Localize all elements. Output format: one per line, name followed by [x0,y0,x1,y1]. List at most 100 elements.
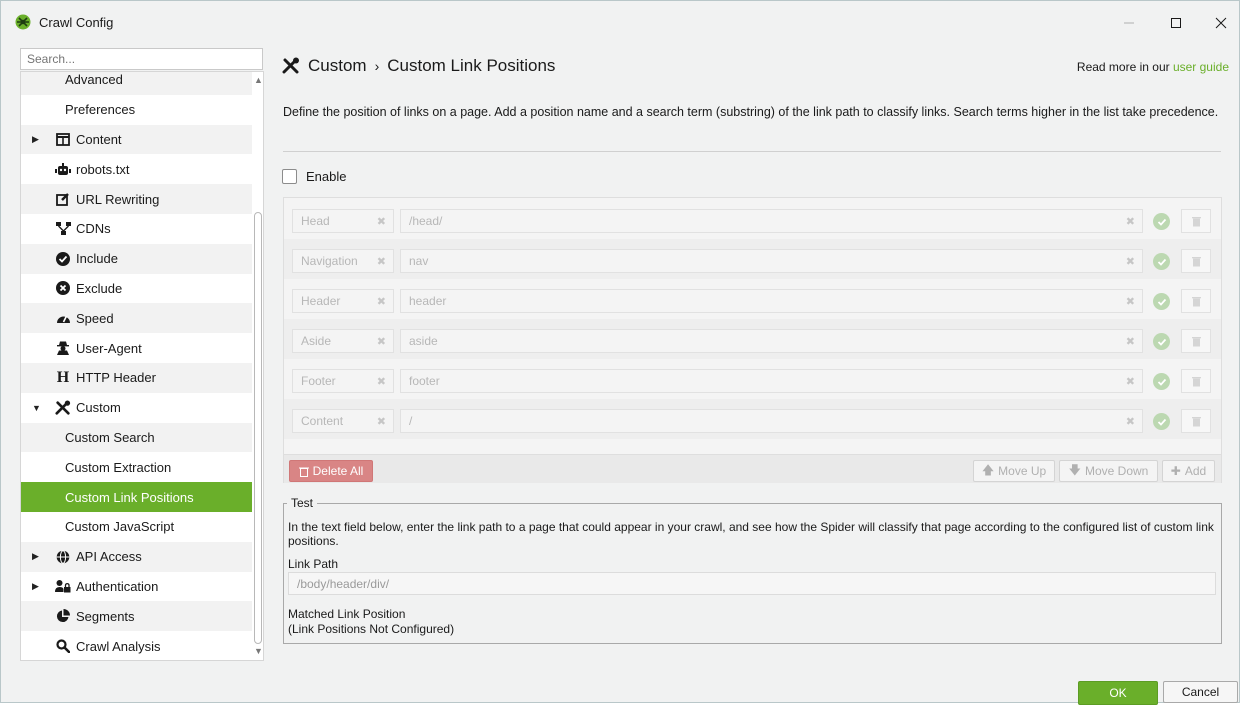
breadcrumb-separator: › [374,58,380,74]
sidebar-item-content[interactable]: ▶ Content [21,124,252,155]
sidebar-item-api-access[interactable]: ▶ API Access [21,541,252,572]
sidebar-item-url-rewriting[interactable]: URL Rewriting [21,184,252,214]
position-term-field[interactable]: / ✖ [400,409,1143,433]
cancel-button[interactable]: Cancel [1163,681,1238,703]
position-term-field[interactable]: aside ✖ [400,329,1143,353]
scroll-up-icon[interactable]: ▲ [254,75,263,85]
sidebar-item-include[interactable]: Include [21,243,252,274]
sidebar-item-label: HTTP Header [76,370,156,386]
trash-icon [1191,416,1201,426]
maximize-icon [1171,18,1181,28]
clear-icon[interactable]: ✖ [1126,415,1135,428]
enable-toggle[interactable]: Enable [282,169,346,184]
position-row: Navigation ✖ nav ✖ [284,239,1221,279]
sidebar-item-label: Include [76,251,118,267]
sidebar-item-user-agent[interactable]: User-Agent [21,333,252,363]
trash-icon [298,467,309,477]
position-name-field[interactable]: Navigation ✖ [292,249,394,273]
sidebar-item-label: URL Rewriting [76,191,160,207]
position-term-field[interactable]: /head/ ✖ [400,209,1143,233]
ok-button[interactable]: OK [1078,681,1158,705]
clear-icon[interactable]: ✖ [377,255,386,268]
sidebar-item-robots-txt[interactable]: robots.txt [21,154,252,185]
position-name-field[interactable]: Content ✖ [292,409,394,433]
sidebar-item-crawl-analysis[interactable]: Crawl Analysis [21,631,252,660]
sidebar-item-segments[interactable]: Segments [21,601,252,632]
position-row: Head ✖ /head/ ✖ [284,199,1221,239]
sidebar-search-input[interactable] [20,48,263,70]
move-up-button[interactable]: 🡅 Move Up [973,460,1055,482]
clear-icon[interactable]: ✖ [1126,375,1135,388]
sidebar-item-http-header[interactable]: H HTTP Header [21,362,252,393]
sidebar-item-custom-link-positions[interactable]: Custom Link Positions [21,482,252,512]
clear-icon[interactable]: ✖ [377,335,386,348]
move-down-button[interactable]: 🡇 Move Down [1059,460,1158,482]
sidebar-item-preferences[interactable]: Preferences [21,94,252,125]
delete-row-button[interactable] [1181,249,1211,273]
sidebar-item-label: Content [76,131,122,147]
divider [283,151,1221,152]
sidebar-item-label: Preferences [65,102,136,118]
sidebar-item-custom-extraction[interactable]: Custom Extraction [21,452,252,483]
expand-right-icon[interactable]: ▶ [32,134,40,145]
expand-right-icon[interactable]: ▶ [32,581,40,592]
minimize-button[interactable] [1107,9,1151,37]
clear-icon[interactable]: ✖ [1126,215,1135,228]
sidebar-item-custom-search[interactable]: Custom Search [21,422,252,453]
add-button[interactable]: ✚ Add [1162,460,1215,482]
clear-icon[interactable]: ✖ [377,415,386,428]
user-guide-link[interactable]: user guide [1173,60,1229,74]
delete-row-button[interactable] [1181,329,1211,353]
position-term-field[interactable]: header ✖ [400,289,1143,313]
sidebar-item-advanced[interactable]: Advanced [21,72,252,95]
position-term-field[interactable]: footer ✖ [400,369,1143,393]
position-name-field[interactable]: Head ✖ [292,209,394,233]
position-name-field[interactable]: Header ✖ [292,289,394,313]
position-name-value: Content [301,414,344,428]
positions-list: Head ✖/head/✖ Navigation ✖ nav ✖ Header ✖ header… [283,197,1222,483]
position-row: Footer ✖ footer ✖ [284,359,1221,399]
link-path-input[interactable]: /body/header/div/ [288,572,1216,595]
position-term-field[interactable]: nav ✖ [400,249,1143,273]
sidebar-item-custom[interactable]: ▼ Custom [21,392,252,423]
delete-all-button[interactable]: Delete All [289,460,373,482]
sidebar-item-label: API Access [76,549,142,565]
clear-icon[interactable]: ✖ [377,215,386,228]
position-term-value: footer [409,374,440,388]
delete-row-button[interactable] [1181,289,1211,313]
sidebar-item-label: CDNs [76,221,111,237]
test-legend: Test [287,496,318,510]
position-name-field[interactable]: Aside ✖ [292,329,394,353]
tools-icon [282,57,299,74]
sidebar-item-label: Custom Search [65,429,155,445]
expand-right-icon[interactable]: ▶ [32,551,40,562]
scroll-down-icon[interactable]: ▼ [254,646,263,656]
enable-checkbox[interactable] [282,169,297,184]
clear-icon[interactable]: ✖ [377,375,386,388]
arrow-down-icon: 🡇 [1068,462,1081,477]
clear-icon[interactable]: ✖ [1126,295,1135,308]
scrollbar-thumb[interactable] [254,212,262,644]
title-bar: Crawl Config [1,1,1239,41]
page-title: Custom Link Positions [387,56,556,75]
sidebar-item-custom-javascript[interactable]: Custom JavaScript [21,511,252,542]
delete-row-button[interactable] [1181,409,1211,433]
sidebar-item-cdns[interactable]: CDNs [21,213,252,244]
sidebar-item-speed[interactable]: Speed [21,303,252,334]
position-name-value: Footer [301,374,336,388]
expand-down-icon[interactable]: ▼ [32,403,41,413]
delete-row-button[interactable] [1181,369,1211,393]
sidebar-item-authentication[interactable]: ▶ Authentication [21,571,252,602]
spider-app-icon [15,14,31,30]
sidebar-scrollbar[interactable]: ▲ ▼ [252,72,263,660]
network-icon [55,221,71,237]
clear-icon[interactable]: ✖ [377,295,386,308]
user-secret-icon [55,340,71,356]
delete-row-button[interactable] [1181,209,1211,233]
sidebar-item-exclude[interactable]: Exclude [21,273,252,304]
clear-icon[interactable]: ✖ [1126,335,1135,348]
close-button[interactable] [1199,9,1241,37]
clear-icon[interactable]: ✖ [1126,255,1135,268]
position-name-field[interactable]: Footer ✖ [292,369,394,393]
maximize-button[interactable] [1154,9,1198,37]
